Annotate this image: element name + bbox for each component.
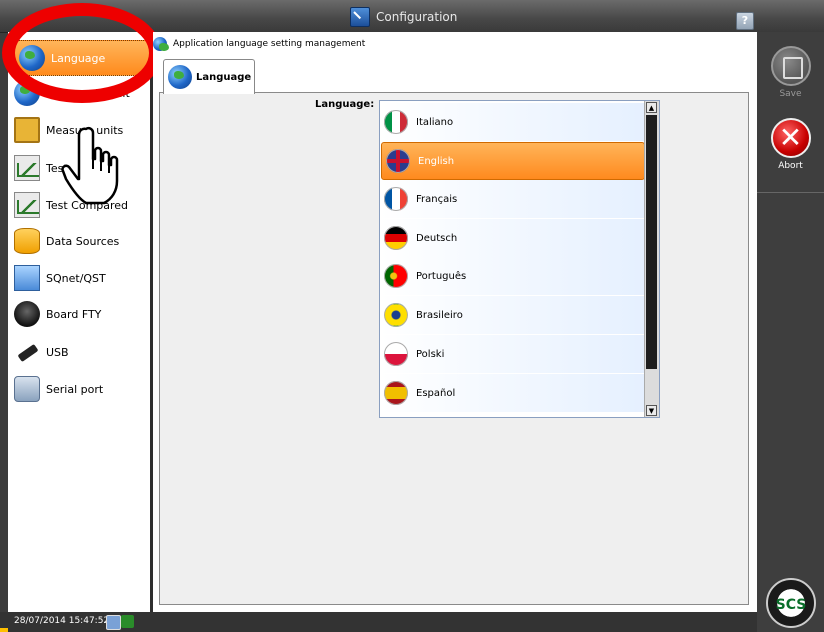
flag-france-icon <box>384 187 408 211</box>
sidebar-item-serial-port[interactable]: Serial port <box>8 371 150 407</box>
language-field-label: Language: <box>315 99 375 110</box>
sidebar-item-label: USB <box>46 345 69 359</box>
sidebar-item-data-sources[interactable]: Data Sources <box>8 223 150 259</box>
usb-icon <box>14 339 40 365</box>
language-option-brasileiro[interactable]: Brasileiro <box>380 296 646 334</box>
language-option-italiano[interactable]: Italiano <box>380 103 646 141</box>
flag-portugal-icon <box>384 264 408 288</box>
sidebar-item-label: Serial port <box>46 382 104 396</box>
language-listbox[interactable]: Italiano English Français Deutsch Portug… <box>379 100 660 418</box>
listbox-scrollbar[interactable]: ▲ ▼ <box>644 101 659 417</box>
chart-icon <box>14 155 40 181</box>
status-bar: 28/07/2014 15:47:52 <box>0 612 757 632</box>
language-option-portugues[interactable]: Português <box>380 257 646 295</box>
language-option-label: Español <box>416 387 456 399</box>
save-button[interactable]: Save <box>757 46 824 99</box>
tab-language[interactable]: Language <box>163 59 255 94</box>
language-option-label: Deutsch <box>416 232 458 244</box>
sidebar: Language Feature default Measure units T… <box>8 32 153 612</box>
language-option-english[interactable]: English <box>381 142 645 180</box>
usb-status-icon <box>121 615 134 628</box>
action-bar-divider <box>757 192 824 193</box>
language-option-francais[interactable]: Français <box>380 180 646 218</box>
sidebar-item-sqnet-qst[interactable]: SQnet/QST <box>8 260 150 296</box>
sidebar-item-label: SQnet/QST <box>46 271 106 285</box>
save-label: Save <box>779 89 802 99</box>
help-icon[interactable]: ? <box>736 12 754 30</box>
globe-icon <box>168 65 192 89</box>
status-datetime: 28/07/2014 15:47:52 <box>14 616 110 626</box>
language-option-espanol[interactable]: Español <box>380 374 646 412</box>
serial-icon <box>14 376 40 402</box>
language-option-label: Italiano <box>416 116 454 128</box>
flag-brazil-icon <box>384 303 408 327</box>
tab-panel: Language: Italiano English Français Deut… <box>159 92 749 605</box>
abort-label: Abort <box>778 161 803 171</box>
close-icon: ✕ <box>770 118 811 158</box>
language-option-label: Polski <box>416 348 445 360</box>
sidebar-item-label: Board FTY <box>46 307 102 321</box>
language-option-polski[interactable]: Polski <box>380 335 646 373</box>
scroll-down-icon[interactable]: ▼ <box>646 405 657 416</box>
main-content: Application language setting management … <box>153 32 757 612</box>
tab-label: Language <box>196 71 252 83</box>
highlight-ring <box>2 3 162 103</box>
flag-uk-icon <box>386 149 410 173</box>
language-option-label: Français <box>416 193 458 205</box>
flag-italy-icon <box>384 110 408 134</box>
bluetooth-icon <box>106 615 121 630</box>
database-icon <box>14 228 40 254</box>
action-bar: Save ✕ Abort <box>757 32 824 632</box>
language-option-label: English <box>418 155 455 167</box>
scroll-up-icon[interactable]: ▲ <box>646 102 657 113</box>
window-title: Configuration <box>376 10 458 24</box>
wave-icon <box>14 265 40 291</box>
flag-poland-icon <box>384 342 408 366</box>
globe-icon <box>153 37 169 51</box>
floppy-disk-icon <box>770 46 811 86</box>
ruler-icon <box>14 117 40 143</box>
flag-germany-icon <box>384 226 408 250</box>
abort-button[interactable]: ✕ Abort <box>757 118 824 171</box>
language-option-deutsch[interactable]: Deutsch <box>380 219 646 257</box>
chart-compare-icon <box>14 192 40 218</box>
flag-spain-icon <box>384 381 408 405</box>
page-description: Application language setting management <box>173 39 366 49</box>
status-marker <box>0 628 8 632</box>
sidebar-item-board-fty[interactable]: Board FTY <box>8 296 150 332</box>
configuration-icon <box>350 7 370 27</box>
board-icon <box>14 301 40 327</box>
page-header: Application language setting management <box>153 36 365 52</box>
language-option-label: Português <box>416 270 467 282</box>
window-title-group: Configuration <box>350 7 457 27</box>
sidebar-item-usb[interactable]: USB <box>8 334 150 370</box>
sidebar-item-label: Data Sources <box>46 234 120 248</box>
scrollbar-thumb[interactable] <box>646 115 657 369</box>
hand-cursor-icon <box>61 126 119 205</box>
language-option-label: Brasileiro <box>416 309 463 321</box>
scs-logo: SCS <box>766 578 816 628</box>
